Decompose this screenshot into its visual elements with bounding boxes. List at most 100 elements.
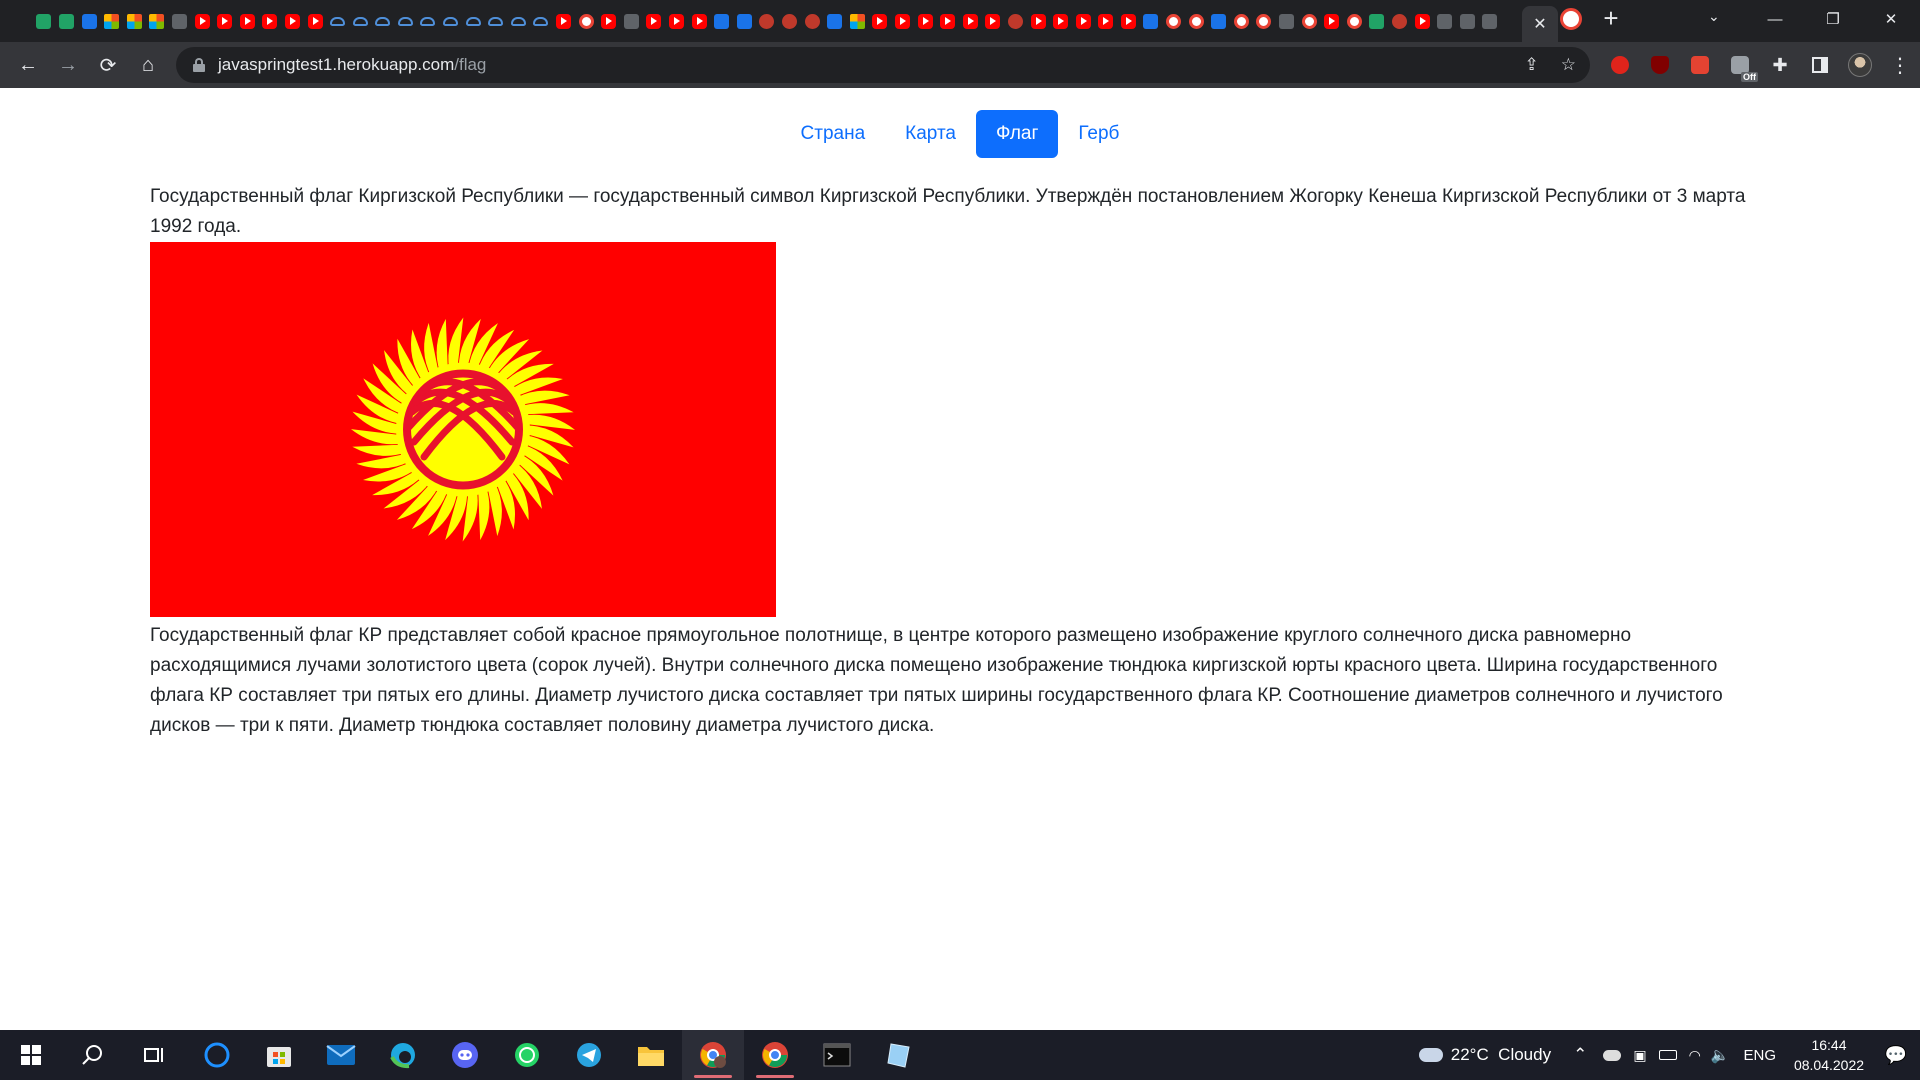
mail-icon[interactable] xyxy=(310,1030,372,1080)
nav-pill-1[interactable]: Карта xyxy=(885,110,976,158)
browser-tab[interactable] xyxy=(236,0,259,42)
browser-tab[interactable] xyxy=(620,0,643,42)
restore-icon[interactable]: ❐ xyxy=(1804,10,1862,28)
browser-tab[interactable] xyxy=(1320,0,1343,42)
battery-icon[interactable] xyxy=(1658,1050,1677,1060)
browser-tab[interactable] xyxy=(1456,0,1479,42)
browser-tab[interactable] xyxy=(1004,0,1027,42)
bookmark-star-icon[interactable]: ☆ xyxy=(1561,55,1576,75)
lock-icon[interactable] xyxy=(192,58,206,72)
browser-tab[interactable] xyxy=(1162,0,1185,42)
notifications-icon[interactable]: 💬 xyxy=(1872,1045,1920,1066)
browser-tab[interactable] xyxy=(891,0,914,42)
tab-favicon-google[interactable] xyxy=(1560,8,1582,30)
browser-tab[interactable] xyxy=(1366,0,1389,42)
browser-tab[interactable] xyxy=(10,0,33,42)
browser-tab[interactable] xyxy=(1433,0,1456,42)
browser-tab[interactable] xyxy=(304,0,327,42)
minimize-icon[interactable]: — xyxy=(1746,11,1804,28)
new-tab-button[interactable]: + xyxy=(1590,3,1632,34)
browser-tab[interactable] xyxy=(552,0,575,42)
ublock-icon[interactable] xyxy=(1640,42,1680,88)
browser-tab[interactable] xyxy=(575,0,598,42)
whatsapp-icon[interactable] xyxy=(496,1030,558,1080)
browser-tab[interactable] xyxy=(1388,0,1411,42)
side-panel-icon[interactable] xyxy=(1800,42,1840,88)
todoist-icon[interactable] xyxy=(1680,42,1720,88)
browser-tab[interactable] xyxy=(100,0,123,42)
start-windows-icon[interactable] xyxy=(0,1030,62,1080)
browser-tab[interactable] xyxy=(191,0,214,42)
window-close-icon[interactable]: ✕ xyxy=(1862,10,1920,28)
profile-avatar[interactable] xyxy=(1840,42,1880,88)
microsoft-store-icon[interactable] xyxy=(248,1030,310,1080)
browser-tab[interactable] xyxy=(1185,0,1208,42)
browser-tab[interactable] xyxy=(710,0,733,42)
cortana-icon[interactable] xyxy=(186,1030,248,1080)
home-icon[interactable]: ⌂ xyxy=(128,45,168,85)
tab-search-icon[interactable]: ⌄ xyxy=(1708,8,1720,25)
language-indicator[interactable]: ENG xyxy=(1743,1047,1776,1064)
chrome-icon[interactable] xyxy=(744,1030,806,1080)
browser-tab[interactable] xyxy=(1049,0,1072,42)
extension-red-hand-icon[interactable] xyxy=(1600,42,1640,88)
browser-tab[interactable] xyxy=(281,0,304,42)
address-bar[interactable]: javaspringtest1.herokuapp.com/flag ⇪ ☆ xyxy=(176,47,1590,83)
browser-tab[interactable] xyxy=(643,0,666,42)
discord-icon[interactable] xyxy=(434,1030,496,1080)
forward-icon[interactable]: → xyxy=(48,45,88,85)
browser-tab[interactable] xyxy=(33,0,56,42)
browser-tab[interactable] xyxy=(1207,0,1230,42)
browser-tab[interactable] xyxy=(259,0,282,42)
browser-tab[interactable] xyxy=(55,0,78,42)
browser-tab[interactable] xyxy=(733,0,756,42)
browser-tab[interactable] xyxy=(1343,0,1366,42)
browser-tab[interactable] xyxy=(1095,0,1118,42)
browser-tab[interactable] xyxy=(665,0,688,42)
browser-tab[interactable] xyxy=(823,0,846,42)
browser-tab[interactable] xyxy=(1140,0,1163,42)
browser-tab[interactable] xyxy=(1411,0,1434,42)
active-tab[interactable]: ✕ xyxy=(1522,6,1558,42)
browser-tab[interactable] xyxy=(146,0,169,42)
browser-tab[interactable] xyxy=(484,0,507,42)
browser-tab[interactable] xyxy=(846,0,869,42)
meet-now-icon[interactable]: ▣ xyxy=(1633,1047,1646,1064)
search-icon[interactable] xyxy=(62,1030,124,1080)
close-icon[interactable]: ✕ xyxy=(1533,14,1546,34)
browser-tab[interactable] xyxy=(1253,0,1276,42)
browser-tab[interactable] xyxy=(801,0,824,42)
browser-tab[interactable] xyxy=(778,0,801,42)
browser-tab[interactable] xyxy=(372,0,395,42)
browser-tab[interactable] xyxy=(1072,0,1095,42)
browser-tab[interactable] xyxy=(462,0,485,42)
back-icon[interactable]: ← xyxy=(8,45,48,85)
browser-tab[interactable] xyxy=(959,0,982,42)
browser-tab[interactable] xyxy=(507,0,530,42)
browser-tab[interactable] xyxy=(417,0,440,42)
menu-dots-icon[interactable]: ⋮ xyxy=(1880,42,1920,88)
browser-tab[interactable] xyxy=(1117,0,1140,42)
browser-tab[interactable] xyxy=(688,0,711,42)
browser-tab[interactable] xyxy=(597,0,620,42)
browser-tab[interactable] xyxy=(349,0,372,42)
browser-tab[interactable] xyxy=(78,0,101,42)
file-explorer-icon[interactable] xyxy=(620,1030,682,1080)
browser-tab[interactable] xyxy=(530,0,553,42)
nav-pill-3[interactable]: Герб xyxy=(1058,110,1139,158)
telegram-icon[interactable] xyxy=(558,1030,620,1080)
browser-tab[interactable] xyxy=(439,0,462,42)
browser-tab[interactable] xyxy=(394,0,417,42)
tray-chevron-icon[interactable]: ⌃ xyxy=(1573,1045,1587,1065)
task-view-icon[interactable] xyxy=(124,1030,186,1080)
browser-tab[interactable] xyxy=(168,0,191,42)
browser-tab[interactable] xyxy=(982,0,1005,42)
browser-tab[interactable] xyxy=(914,0,937,42)
notepad-icon[interactable] xyxy=(868,1030,930,1080)
browser-tab[interactable] xyxy=(1275,0,1298,42)
weather-text[interactable]: 22°C Cloudy xyxy=(1451,1045,1551,1065)
volume-icon[interactable]: 🔈 xyxy=(1711,1046,1730,1064)
browser-tab[interactable] xyxy=(936,0,959,42)
wifi-icon[interactable]: ◠ xyxy=(1689,1047,1701,1064)
puzzle-icon[interactable]: ✚ xyxy=(1760,42,1800,88)
